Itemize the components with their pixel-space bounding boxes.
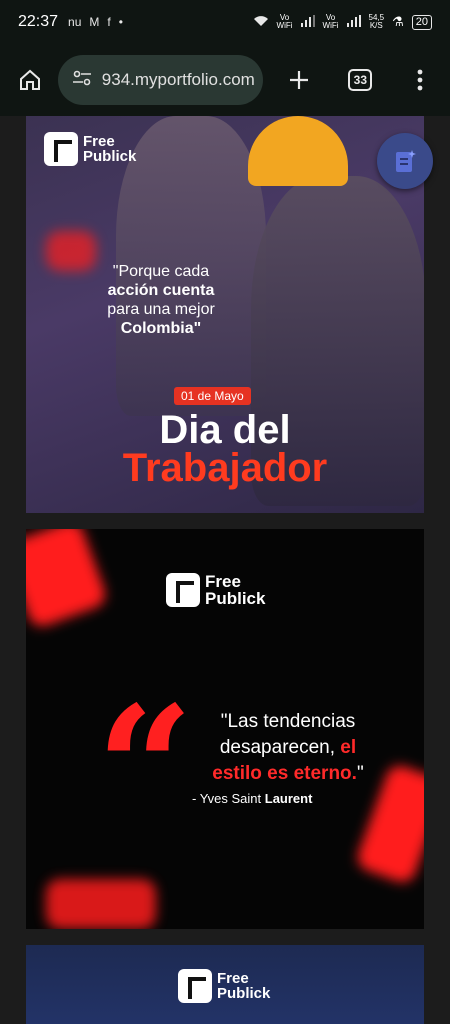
fashion-quote: "Las tendencias desaparecen, el estilo e… <box>188 709 388 787</box>
notification-facebook-icon: f <box>107 15 111 29</box>
menu-button[interactable] <box>402 62 438 98</box>
signal-icon-1 <box>300 14 315 30</box>
address-bar[interactable]: 934.myportfolio.com <box>57 55 263 105</box>
portfolio-card-labor-day[interactable]: Free Publick "Porque cada acción cuenta … <box>26 116 424 513</box>
vowifi-label-1: Vo WiFi <box>276 13 293 30</box>
browser-toolbar: 934.myportfolio.com 33 <box>0 44 450 116</box>
logo-text: Free Publick <box>205 572 266 608</box>
home-button[interactable] <box>12 62 48 98</box>
notification-nu-icon: nu <box>68 15 82 29</box>
quote-end: " <box>193 320 202 337</box>
portfolio-card-quote[interactable]: Free Publick “ "Las tendencias desaparec… <box>26 529 424 929</box>
wifi-icon <box>253 15 269 30</box>
quote-bold: acción cuenta <box>107 282 215 299</box>
quote-end: " <box>356 763 364 784</box>
tab-count: 33 <box>348 69 373 91</box>
more-vert-icon <box>417 69 423 91</box>
campaign-quote: "Porque cada acción cuenta para una mejo… <box>66 262 256 338</box>
notification-gmail-icon: M <box>89 15 100 29</box>
author-prefix: - Yves Saint <box>192 791 265 806</box>
plus-icon <box>289 71 308 89</box>
quote-author: - Yves Saint Laurent <box>192 791 312 806</box>
status-bar: 22:37 nu M f • Vo WiFi Vo WiFi 54,5 K/S … <box>0 0 450 44</box>
quote-bold: Colombia <box>120 320 194 337</box>
page-content[interactable]: Free Publick "Porque cada acción cuenta … <box>0 116 450 1024</box>
date-badge: 01 de Mayo <box>174 387 251 405</box>
network-speed: 54,5 K/S <box>368 13 385 30</box>
hard-hat-image <box>248 116 348 186</box>
quote-highlight: estilo es eterno. <box>212 763 357 784</box>
tab-switcher-button[interactable]: 33 <box>342 62 378 98</box>
author-name: Laurent <box>264 791 313 806</box>
title-line-2: Trabajador <box>122 446 328 490</box>
vowifi-label-2: Vo WiFi <box>322 13 339 30</box>
logo-mark-icon <box>166 573 200 607</box>
site-settings-icon[interactable] <box>72 70 92 91</box>
quote-mark-icon: “ <box>96 669 194 869</box>
signal-icon-2 <box>346 14 361 30</box>
red-decoration <box>46 879 156 929</box>
logo-text: Free Publick <box>217 970 271 1002</box>
notification-dot-icon: • <box>118 15 123 29</box>
lab-flask-icon: ⚗ <box>392 14 404 29</box>
home-icon <box>19 69 40 90</box>
free-publick-logo: Free Publick <box>44 132 136 166</box>
logo-text: Free Publick <box>83 133 137 165</box>
free-publick-logo: Free Publick <box>166 573 265 607</box>
logo-mark-icon <box>44 132 78 166</box>
note-sparkle-icon <box>396 150 416 172</box>
clock: 22:37 <box>18 13 59 30</box>
quote-line: "Porque cada <box>112 263 210 280</box>
url-text: 934.myportfolio.com <box>101 70 255 89</box>
portfolio-card-partial[interactable]: Free Publick <box>26 945 424 1024</box>
logo-mark-icon <box>178 969 212 1003</box>
floating-notes-button[interactable] <box>377 133 433 189</box>
free-publick-logo: Free Publick <box>178 969 270 1003</box>
new-tab-button[interactable] <box>281 62 317 98</box>
red-decoration <box>26 529 109 630</box>
quote-line: para una mejor <box>107 301 215 318</box>
battery-indicator: 20 <box>411 14 432 30</box>
quote-text: "Las tendencias desaparecen, <box>219 711 356 758</box>
quote-highlight: el <box>340 737 357 758</box>
